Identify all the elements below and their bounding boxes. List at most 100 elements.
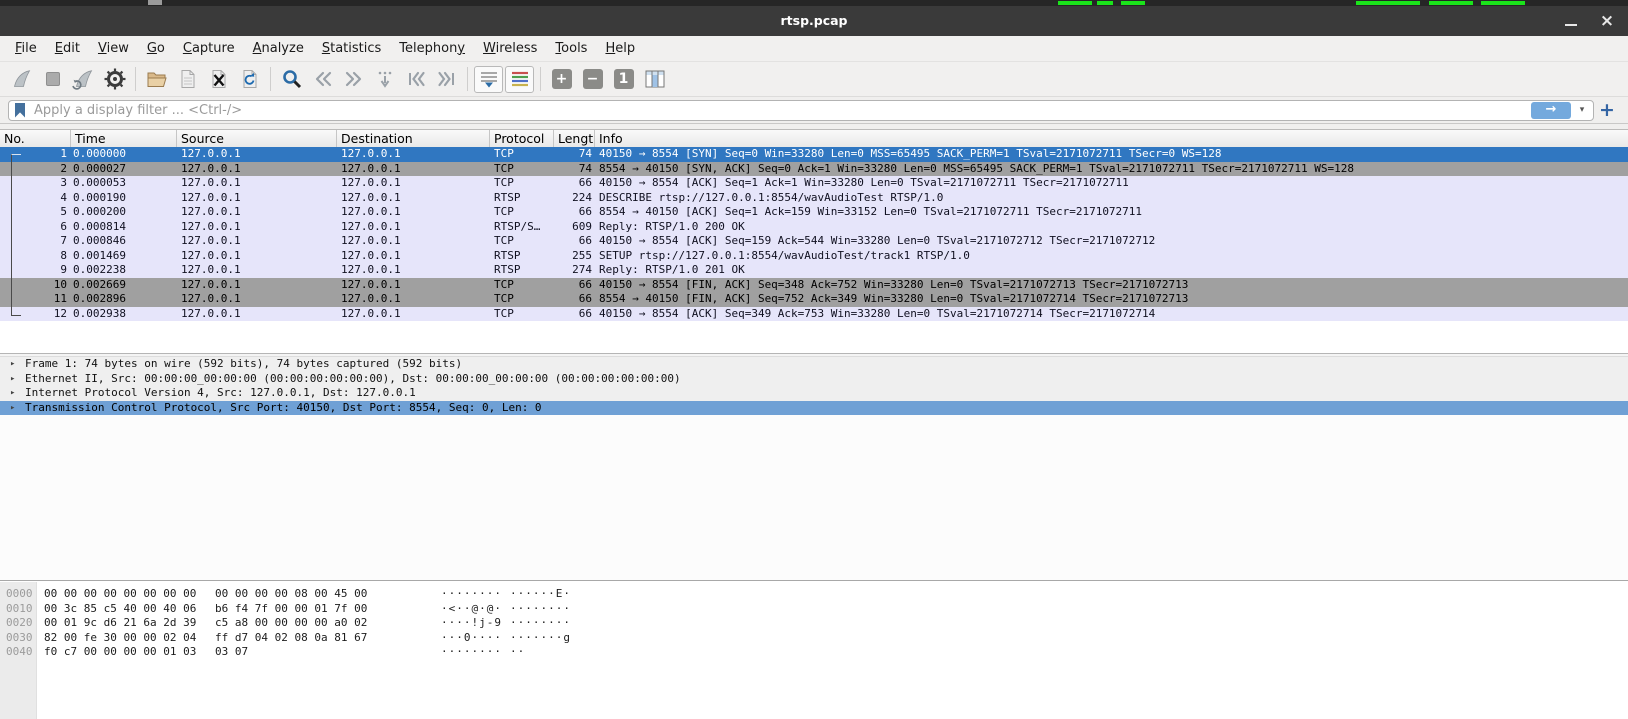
filter-bookmark-icon[interactable] <box>15 103 25 118</box>
time-cell: 0.000846 <box>71 234 177 249</box>
filter-history-dropdown[interactable]: ▾ <box>1574 105 1590 115</box>
display-filter-input[interactable] <box>32 102 1531 119</box>
hex-ascii: ····!j-9········ <box>441 616 571 629</box>
menu-view[interactable]: View <box>89 36 138 62</box>
save-file-icon[interactable] <box>173 66 202 93</box>
packet-row-6[interactable]: 60.000814127.0.0.1127.0.0.1RTSP/S…609Rep… <box>0 220 1628 235</box>
expand-arrow-icon[interactable]: ▸ <box>10 401 25 416</box>
menu-go[interactable]: Go <box>138 36 174 62</box>
column-header-no[interactable]: No. <box>0 130 71 147</box>
menu-edit[interactable]: Edit <box>46 36 89 62</box>
close-button[interactable]: × <box>1590 6 1624 36</box>
packet-row-1[interactable]: 10.000000127.0.0.1127.0.0.1TCP7440150 → … <box>0 147 1628 162</box>
packet-row-10[interactable]: 100.002669127.0.0.1127.0.0.1TCP6640150 →… <box>0 278 1628 293</box>
capture-options-icon[interactable] <box>100 66 129 93</box>
info-cell: 40150 → 8554 [ACK] Seq=159 Ack=544 Win=3… <box>595 234 1628 249</box>
packet-row-7[interactable]: 70.000846127.0.0.1127.0.0.1TCP6640150 → … <box>0 234 1628 249</box>
column-header-time[interactable]: Time <box>71 130 177 147</box>
hex-row-0030[interactable]: 003082 00 fe 30 00 00 02 04ff d7 04 02 0… <box>0 631 1628 646</box>
menu-telephony[interactable]: Telephony <box>390 36 474 62</box>
go-first-packet-icon[interactable] <box>401 66 430 93</box>
minimize-button[interactable] <box>1554 6 1588 36</box>
menu-help[interactable]: Help <box>596 36 644 62</box>
time-cell: 0.002938 <box>71 307 177 322</box>
len-cell: 66 <box>554 176 595 191</box>
proto-cell: TCP <box>490 278 554 293</box>
zoom-out-icon[interactable]: − <box>578 66 607 93</box>
go-to-packet-icon[interactable] <box>370 66 399 93</box>
column-header-info[interactable]: Info <box>595 130 1628 147</box>
menu-tools[interactable]: Tools <box>546 36 596 62</box>
dst-cell: 127.0.0.1 <box>337 292 490 307</box>
menu-capture[interactable]: Capture <box>174 36 244 62</box>
restart-capture-icon[interactable] <box>69 66 98 93</box>
packet-row-12[interactable]: 120.002938127.0.0.1127.0.0.1TCP6640150 →… <box>0 307 1628 322</box>
go-back-icon[interactable] <box>308 66 337 93</box>
packet-row-8[interactable]: 80.001469127.0.0.1127.0.0.1RTSP255SETUP … <box>0 249 1628 264</box>
detail-row-1[interactable]: ▸Ethernet II, Src: 00:00:00_00:00:00 (00… <box>0 372 1628 387</box>
detail-text: Internet Protocol Version 4, Src: 127.0.… <box>25 386 416 401</box>
hex-row-0000[interactable]: 000000 00 00 00 00 00 00 0000 00 00 00 0… <box>0 587 1628 602</box>
desktop-artifact <box>1356 1 1420 5</box>
desktop-artifact <box>1058 1 1092 5</box>
packet-row-9[interactable]: 90.002238127.0.0.1127.0.0.1RTSP274Reply:… <box>0 263 1628 278</box>
packet-row-5[interactable]: 50.000200127.0.0.1127.0.0.1TCP668554 → 4… <box>0 205 1628 220</box>
src-cell: 127.0.0.1 <box>177 249 337 264</box>
column-header-length[interactable]: Length <box>554 130 595 147</box>
hex-row-0010[interactable]: 001000 3c 85 c5 40 00 40 06b6 f4 7f 00 0… <box>0 602 1628 617</box>
src-cell: 127.0.0.1 <box>177 162 337 177</box>
reload-file-icon[interactable] <box>235 66 264 93</box>
menu-wireless[interactable]: Wireless <box>474 36 546 62</box>
zoom-in-icon[interactable]: + <box>547 66 576 93</box>
packet-row-3[interactable]: 30.000053127.0.0.1127.0.0.1TCP6640150 → … <box>0 176 1628 191</box>
detail-row-2[interactable]: ▸Internet Protocol Version 4, Src: 127.0… <box>0 386 1628 401</box>
packet-row-2[interactable]: 20.000027127.0.0.1127.0.0.1TCP748554 → 4… <box>0 162 1628 177</box>
go-forward-icon[interactable] <box>339 66 368 93</box>
menu-file[interactable]: File <box>6 36 46 62</box>
hex-row-0040[interactable]: 0040f0 c7 00 00 00 00 01 0303 07········… <box>0 645 1628 660</box>
start-capture-icon[interactable] <box>7 66 36 93</box>
dst-cell: 127.0.0.1 <box>337 162 490 177</box>
info-cell: 40150 → 8554 [ACK] Seq=349 Ack=753 Win=3… <box>595 307 1628 322</box>
open-file-icon[interactable] <box>142 66 171 93</box>
packet-row-4[interactable]: 40.000190127.0.0.1127.0.0.1RTSP224DESCRI… <box>0 191 1628 206</box>
time-cell: 0.000027 <box>71 162 177 177</box>
src-cell: 127.0.0.1 <box>177 263 337 278</box>
window-title: rtsp.pcap <box>0 6 1628 36</box>
menu-analyze[interactable]: Analyze <box>244 36 313 62</box>
hex-row-0020[interactable]: 002000 01 9c d6 21 6a 2d 39c5 a8 00 00 0… <box>0 616 1628 631</box>
resize-columns-icon[interactable] <box>640 66 669 93</box>
desktop-artifact <box>1097 1 1113 5</box>
desktop-artifact <box>1121 1 1145 5</box>
add-filter-button[interactable]: + <box>1594 99 1620 121</box>
colorize-packets-icon[interactable] <box>505 66 534 93</box>
menu-statistics[interactable]: Statistics <box>313 36 390 62</box>
toolbar-separator <box>467 67 468 91</box>
packet-details-pane: ▸Frame 1: 74 bytes on wire (592 bits), 7… <box>0 357 1628 580</box>
stop-capture-icon[interactable] <box>38 66 67 93</box>
packet-row-11[interactable]: 110.002896127.0.0.1127.0.0.1TCP668554 → … <box>0 292 1628 307</box>
column-header-destination[interactable]: Destination <box>337 130 490 147</box>
wireshark-window: rtsp.pcap × FileEditViewGoCaptureAnalyze… <box>0 0 1628 719</box>
info-cell: DESCRIBE rtsp://127.0.0.1:8554/wavAudioT… <box>595 191 1628 206</box>
detail-row-0[interactable]: ▸Frame 1: 74 bytes on wire (592 bits), 7… <box>0 357 1628 372</box>
src-cell: 127.0.0.1 <box>177 205 337 220</box>
proto-cell: TCP <box>490 307 554 322</box>
packet-bytes-pane: 000000 00 00 00 00 00 00 0000 00 00 00 0… <box>0 580 1628 719</box>
display-filter-field[interactable]: → ▾ <box>8 100 1594 121</box>
apply-filter-button[interactable]: → <box>1531 102 1571 119</box>
dst-cell: 127.0.0.1 <box>337 263 490 278</box>
expand-arrow-icon[interactable]: ▸ <box>10 386 25 401</box>
expand-arrow-icon[interactable]: ▸ <box>10 372 25 387</box>
expand-arrow-icon[interactable]: ▸ <box>10 357 25 372</box>
src-cell: 127.0.0.1 <box>177 147 337 162</box>
column-header-protocol[interactable]: Protocol <box>490 130 554 147</box>
zoom-original-icon[interactable]: 1 <box>609 66 638 93</box>
auto-scroll-icon[interactable] <box>474 66 503 93</box>
find-packet-icon[interactable] <box>277 66 306 93</box>
toolbar-separator <box>540 67 541 91</box>
detail-row-3[interactable]: ▸Transmission Control Protocol, Src Port… <box>0 401 1628 416</box>
close-file-icon[interactable] <box>204 66 233 93</box>
go-last-packet-icon[interactable] <box>432 66 461 93</box>
column-header-source[interactable]: Source <box>177 130 337 147</box>
